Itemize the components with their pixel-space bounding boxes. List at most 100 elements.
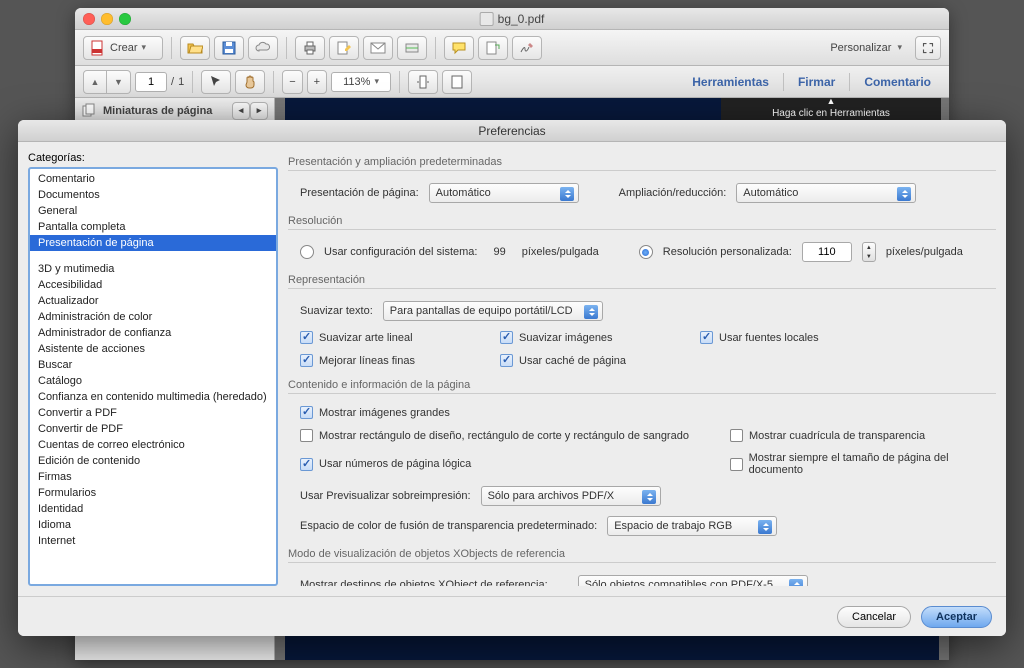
stepper-up-icon: ▲: [863, 243, 875, 252]
category-item[interactable]: General: [30, 203, 276, 219]
thumb-next-button[interactable]: ▸: [250, 102, 268, 120]
fit-page-button[interactable]: [442, 70, 472, 94]
sign-panel-link[interactable]: Firmar: [788, 75, 845, 89]
zoom-in-button[interactable]: +: [307, 70, 327, 94]
page-number-input[interactable]: [135, 72, 167, 92]
page-cache-checkbox[interactable]: [500, 354, 513, 367]
category-item[interactable]: Buscar: [30, 357, 276, 373]
large-images-checkbox[interactable]: [300, 406, 313, 419]
cancel-label: Cancelar: [852, 611, 896, 623]
zoom-icon[interactable]: [119, 13, 131, 25]
envelope-icon: [370, 40, 386, 56]
comment-button[interactable]: [444, 36, 474, 60]
separator: [286, 37, 287, 59]
trans-grid-checkbox[interactable]: [730, 429, 743, 442]
category-item[interactable]: Confianza en contenido multimedia (hered…: [30, 389, 276, 405]
fit-page-icon: [449, 74, 465, 90]
category-item[interactable]: Administrador de confianza: [30, 325, 276, 341]
hand-tool-button[interactable]: [235, 70, 265, 94]
prev-page-button[interactable]: ▲: [83, 70, 107, 94]
arrow-down-icon: ▼: [114, 77, 123, 87]
thin-lines-checkbox[interactable]: [300, 354, 313, 367]
edit-button[interactable]: [329, 36, 359, 60]
traffic-lights: [75, 13, 131, 25]
category-item[interactable]: Identidad: [30, 501, 276, 517]
category-item[interactable]: Administración de color: [30, 309, 276, 325]
category-item[interactable]: Internet: [30, 533, 276, 549]
email-button[interactable]: [363, 36, 393, 60]
zoom-value: 113%: [343, 76, 370, 88]
art-rect-checkbox[interactable]: [300, 429, 313, 442]
custom-resolution-input[interactable]: [802, 242, 852, 262]
category-item[interactable]: Idioma: [30, 517, 276, 533]
category-item[interactable]: Presentación de página: [30, 235, 276, 251]
categories-label: Categorías:: [28, 152, 278, 164]
custom-resolution-radio[interactable]: [639, 245, 653, 259]
category-item[interactable]: Formularios: [30, 485, 276, 501]
print-button[interactable]: [295, 36, 325, 60]
share-button[interactable]: [478, 36, 508, 60]
comment-panel-link[interactable]: Comentario: [854, 75, 941, 89]
chevron-up-icon: ▲: [827, 96, 836, 106]
section-render-title: Representación: [288, 270, 996, 289]
category-item[interactable]: Asistente de acciones: [30, 341, 276, 357]
tools-panel-link[interactable]: Herramientas: [682, 75, 779, 89]
always-size-checkbox[interactable]: [730, 458, 743, 471]
cloud-button[interactable]: [248, 36, 278, 60]
xobj-show-select[interactable]: Sólo objetos compatibles con PDF/X-5: [578, 575, 808, 586]
section-layout-title: Presentación y ampliación predeterminada…: [288, 152, 996, 171]
chevron-right-icon: ▸: [257, 105, 262, 116]
dpi-unit-1: píxeles/pulgada: [522, 246, 599, 258]
sign-button[interactable]: [512, 36, 542, 60]
smooth-lineart-checkbox[interactable]: [300, 331, 313, 344]
logical-page-label: Usar números de página lógica: [319, 458, 471, 470]
system-resolution-radio[interactable]: [300, 245, 314, 259]
category-item[interactable]: Pantalla completa: [30, 219, 276, 235]
customize-menu[interactable]: Personalizar ▾: [821, 36, 911, 60]
zoom-default-select[interactable]: Automático: [736, 183, 916, 203]
open-button[interactable]: [180, 36, 210, 60]
zoom-level-field[interactable]: 113% ▾: [331, 72, 391, 92]
category-item[interactable]: Accesibilidad: [30, 277, 276, 293]
smooth-text-select[interactable]: Para pantallas de equipo portátil/LCD: [383, 301, 603, 321]
category-item[interactable]: 3D y mutimedia: [30, 261, 276, 277]
smooth-images-checkbox[interactable]: [500, 331, 513, 344]
plus-icon: +: [314, 76, 320, 88]
next-page-button[interactable]: ▼: [107, 70, 131, 94]
page-nav-group: ▲ ▼: [83, 70, 131, 94]
category-item[interactable]: Actualizador: [30, 293, 276, 309]
page-layout-select[interactable]: Automático: [429, 183, 579, 203]
resolution-stepper[interactable]: ▲▼: [862, 242, 876, 262]
scan-button[interactable]: [397, 36, 427, 60]
minimize-icon[interactable]: [101, 13, 113, 25]
category-item[interactable]: Convertir a PDF: [30, 405, 276, 421]
fullscreen-button[interactable]: [915, 36, 941, 60]
select-tool-button[interactable]: [201, 70, 231, 94]
accept-label: Aceptar: [936, 611, 977, 623]
zoom-out-button[interactable]: −: [282, 70, 302, 94]
overprint-select[interactable]: Sólo para archivos PDF/X: [481, 486, 661, 506]
save-button[interactable]: [214, 36, 244, 60]
logical-page-checkbox[interactable]: [300, 458, 313, 471]
local-fonts-checkbox[interactable]: [700, 331, 713, 344]
customize-label: Personalizar: [830, 42, 891, 54]
section-content-title: Contenido e información de la página: [288, 375, 996, 394]
accept-button[interactable]: Aceptar: [921, 606, 992, 628]
category-item[interactable]: Firmas: [30, 469, 276, 485]
hand-icon: [242, 74, 258, 90]
close-icon[interactable]: [83, 13, 95, 25]
category-item[interactable]: Convertir de PDF: [30, 421, 276, 437]
category-item[interactable]: Edición de contenido: [30, 453, 276, 469]
category-item[interactable]: Cuentas de correo electrónico: [30, 437, 276, 453]
category-item[interactable]: Catálogo: [30, 373, 276, 389]
fit-width-button[interactable]: [408, 70, 438, 94]
categories-list[interactable]: ComentarioDocumentosGeneralPantalla comp…: [28, 167, 278, 586]
cancel-button[interactable]: Cancelar: [837, 606, 911, 628]
category-item[interactable]: Documentos: [30, 187, 276, 203]
create-button[interactable]: Crear ▾: [83, 36, 163, 60]
pages-icon: [81, 103, 97, 119]
thumb-prev-button[interactable]: ◂: [232, 102, 250, 120]
category-item[interactable]: Comentario: [30, 171, 276, 187]
blend-space-select[interactable]: Espacio de trabajo RGB: [607, 516, 777, 536]
cloud-icon: [255, 40, 271, 56]
